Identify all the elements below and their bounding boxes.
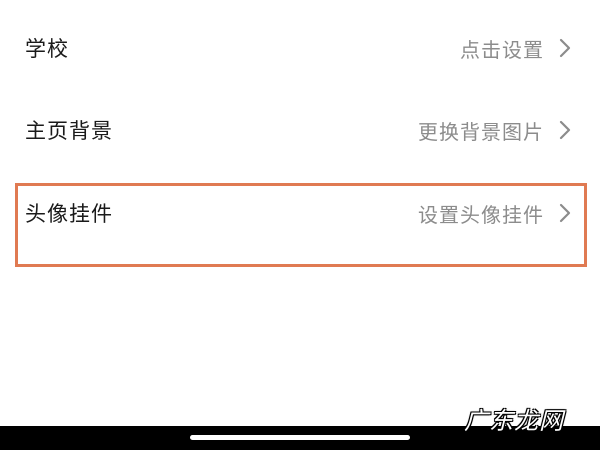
settings-row-value: 更换背景图片 [418, 119, 544, 144]
chevron-right-icon [558, 119, 572, 141]
chevron-right-icon [558, 37, 572, 59]
home-indicator[interactable] [190, 435, 410, 440]
settings-row-label: 主页背景 [25, 119, 113, 143]
watermark: 广东龙网 [464, 407, 564, 435]
settings-row-value: 设置头像挂件 [418, 202, 544, 227]
settings-row-label: 头像挂件 [25, 202, 113, 226]
settings-row-school[interactable]: 学校 点击设置 [0, 7, 600, 89]
settings-row-value: 点击设置 [460, 37, 544, 62]
chevron-right-icon [558, 202, 572, 224]
settings-row-avatar-pendant[interactable]: 头像挂件 设置头像挂件 [0, 172, 600, 254]
settings-row-homepage-background[interactable]: 主页背景 更换背景图片 [0, 89, 600, 171]
settings-row-label: 学校 [25, 37, 69, 61]
settings-screen: 学校 点击设置 主页背景 更换背景图片 头像挂件 设置头像挂件 广东龙网 [0, 0, 600, 450]
